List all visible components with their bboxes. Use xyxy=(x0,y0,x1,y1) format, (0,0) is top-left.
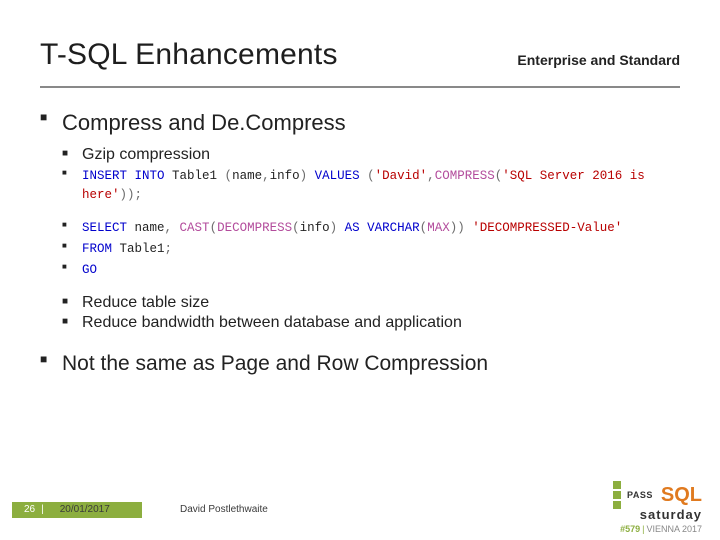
page-sep: | xyxy=(41,504,44,515)
event-sep: | xyxy=(642,524,644,534)
sub-list-2: SELECT name, CAST(DECOMPRESS(info) AS VA… xyxy=(40,218,680,279)
logo-sql-text: SQL xyxy=(661,486,702,504)
logo-pass-text: PASS xyxy=(627,490,653,500)
slide: T-SQL Enhancements Enterprise and Standa… xyxy=(0,0,720,540)
page-number: 26 xyxy=(24,504,35,515)
bullet-main-1: Compress and De.Compress xyxy=(40,110,680,136)
bullet-code-select: SELECT name, CAST(DECOMPRESS(info) AS VA… xyxy=(62,218,680,237)
logo-pass-col: PASS xyxy=(627,490,653,500)
spacer xyxy=(40,206,680,218)
spacer xyxy=(40,280,680,294)
pass-squares-icon xyxy=(613,481,621,509)
page-date: 20/01/2017 xyxy=(60,504,110,515)
bullet-reduce-size: Reduce table size xyxy=(62,294,680,312)
slide-title: T-SQL Enhancements xyxy=(40,38,338,72)
bullet-reduce-bandwidth: Reduce bandwidth between database and ap… xyxy=(62,314,680,332)
footer: 26 | 20/01/2017 David Postlethwaite PASS… xyxy=(0,492,720,540)
bullet-code-insert: INSERT INTO Table1 (name,info) VALUES ('… xyxy=(62,166,680,204)
event-city: VIENNA 2017 xyxy=(646,524,702,534)
bullet-list: Compress and De.Compress xyxy=(40,110,680,136)
slide-subtitle: Enterprise and Standard xyxy=(517,52,680,72)
event-number: #579 xyxy=(620,524,640,534)
sub-list-3: Reduce table size Reduce bandwidth betwe… xyxy=(40,294,680,332)
author: David Postlethwaite xyxy=(180,504,268,515)
code-line-4: GO xyxy=(82,263,97,277)
code-line-3: FROM Table1; xyxy=(82,242,172,256)
code-line-1: INSERT INTO Table1 (name,info) VALUES ('… xyxy=(82,169,645,202)
logo-row: PASS SQL xyxy=(542,481,702,509)
code-line-2: SELECT name, CAST(DECOMPRESS(info) AS VA… xyxy=(82,221,622,235)
sub-list-1: Gzip compression INSERT INTO Table1 (nam… xyxy=(40,146,680,204)
bullet-main-2: Not the same as Page and Row Compression xyxy=(40,352,680,376)
bullet-code-go: GO xyxy=(62,260,680,279)
header: T-SQL Enhancements Enterprise and Standa… xyxy=(0,0,720,80)
bullet-code-from: FROM Table1; xyxy=(62,239,680,258)
bullet-list-2: Not the same as Page and Row Compression xyxy=(40,352,680,376)
content: Compress and De.Compress Gzip compressio… xyxy=(0,88,720,376)
logo: PASS SQL saturday #579|VIENNA 2017 xyxy=(542,481,702,534)
logo-saturday-text: saturday xyxy=(542,507,702,522)
page-info: 26 | 20/01/2017 xyxy=(24,504,110,515)
bullet-sub-gzip: Gzip compression xyxy=(62,146,680,164)
logo-tagline: #579|VIENNA 2017 xyxy=(542,524,702,534)
